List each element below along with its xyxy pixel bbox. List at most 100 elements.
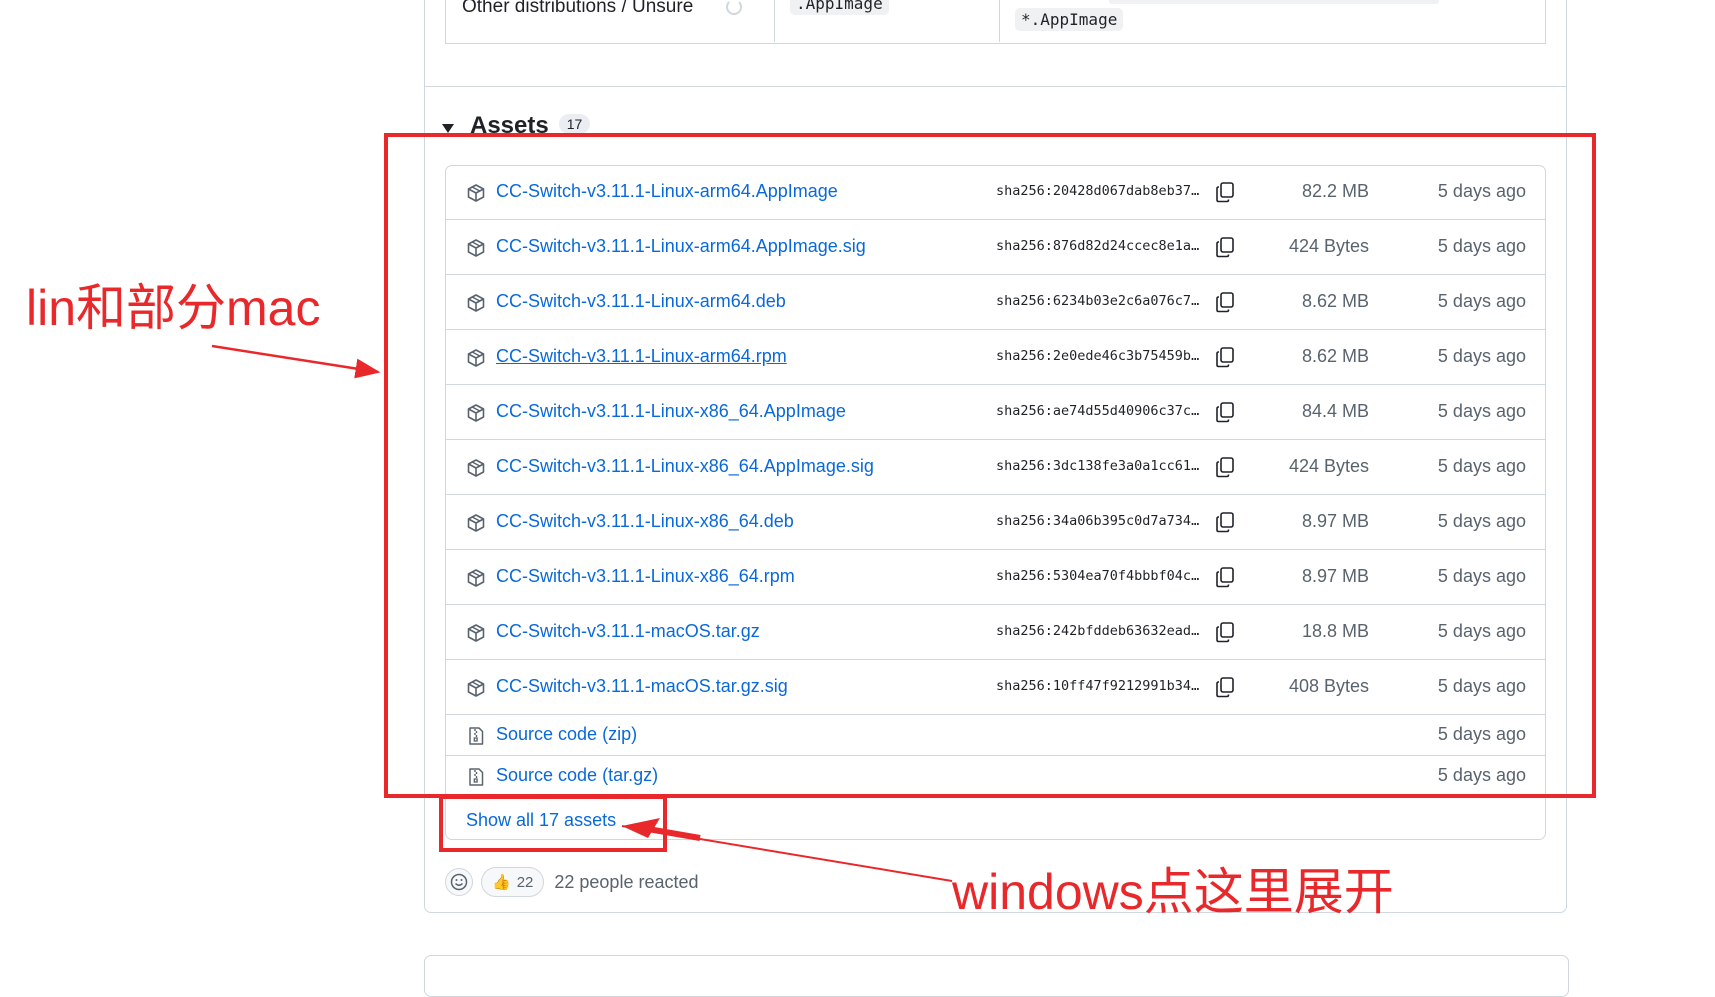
asset-date: 5 days ago — [1437, 675, 1526, 696]
thumbs-up-reaction[interactable]: 👍 22 — [481, 867, 545, 897]
assets-list: CC-Switch-v3.11.1-Linux-arm64.AppImage sh… — [445, 165, 1546, 840]
asset-date: 5 days ago — [1437, 764, 1526, 785]
asset-digest: sha256:2e0ede46c3b75459b… — [996, 347, 1200, 364]
asset-download-link[interactable]: CC-Switch-v3.11.1-Linux-arm64.AppImage — [496, 181, 838, 202]
asset-row: CC-Switch-v3.11.1-Linux-arm64.AppImage.s… — [446, 220, 1545, 275]
distribution-label: Other distributions / Unsure — [462, 0, 694, 17]
pattern-chip: *.AppImage — [1015, 8, 1124, 31]
asset-size: 82.2 MB — [1301, 180, 1369, 201]
asset-digest: sha256:34a06b395c0d7a734… — [996, 512, 1200, 529]
arrow-to-assets — [211, 344, 381, 379]
asset-date: 5 days ago — [1437, 510, 1526, 531]
asset-download-link[interactable]: CC-Switch-v3.11.1-Linux-x86_64.deb — [496, 511, 794, 532]
asset-download-link[interactable]: CC-Switch-v3.11.1-Linux-arm64.AppImage.s… — [496, 236, 866, 257]
package-icon — [466, 348, 486, 368]
add-reaction-button[interactable] — [445, 868, 473, 896]
source-code-format: (zip) — [602, 723, 638, 744]
asset-date: 5 days ago — [1437, 345, 1526, 366]
copy-icon[interactable] — [1215, 621, 1235, 643]
asset-download-link[interactable]: CC-Switch-v3.11.1-macOS.tar.gz — [496, 621, 760, 642]
file-zip-icon — [466, 767, 486, 787]
package-icon — [466, 403, 486, 423]
reaction-count: 22 — [516, 873, 534, 891]
asset-row: CC-Switch-v3.11.1-Linux-arm64.rpm sha256:… — [446, 330, 1545, 385]
assets-title: Assets — [470, 112, 549, 139]
asset-size: 84.4 MB — [1301, 400, 1369, 421]
asset-download-link[interactable]: CC-Switch-v3.11.1-Linux-x86_64.AppImage — [496, 401, 846, 422]
package-icon — [466, 293, 486, 313]
asset-download-link[interactable]: CC-Switch-v3.11.1-Linux-x86_64.AppImage.… — [496, 456, 874, 477]
distribution-cell: Other distributions / Unsure — [446, 0, 775, 42]
reaction-summary: 22 people reacted — [554, 871, 699, 892]
package-icon — [466, 568, 486, 588]
copy-icon[interactable] — [1215, 456, 1235, 478]
source-code-row: Source code (tar.gz) 5 days ago — [446, 756, 1545, 797]
assets-count-badge: 17 — [558, 114, 591, 134]
source-code-row: Source code (zip) 5 days ago — [446, 715, 1545, 756]
asset-date: 5 days ago — [1437, 723, 1526, 744]
asset-row: CC-Switch-v3.11.1-Linux-x86_64.AppImage s… — [446, 385, 1545, 440]
package-icon — [466, 678, 486, 698]
asset-row: CC-Switch-v3.11.1-Linux-arm64.deb sha256:… — [446, 275, 1545, 330]
smiley-icon — [450, 873, 468, 891]
asset-size: 18.8 MB — [1301, 620, 1369, 641]
caret-down-icon — [442, 123, 454, 133]
asset-row: CC-Switch-v3.11.1-macOS.tar.gz.sig sha256… — [446, 660, 1545, 715]
asset-size: 8.62 MB — [1301, 290, 1369, 311]
asset-download-link[interactable]: CC-Switch-v3.11.1-Linux-arm64.deb — [496, 291, 786, 312]
next-release-card — [424, 955, 1569, 997]
copy-icon[interactable] — [1215, 511, 1235, 533]
asset-date: 5 days ago — [1437, 565, 1526, 586]
package-icon — [466, 238, 486, 258]
extension-chip: .AppImage — [790, 0, 889, 15]
asset-row: CC-Switch-v3.11.1-Linux-arm64.AppImage sh… — [446, 166, 1545, 220]
package-icon — [466, 513, 486, 533]
asset-date: 5 days ago — [1437, 290, 1526, 311]
asset-row: CC-Switch-v3.11.1-macOS.tar.gz sha256:242… — [446, 605, 1545, 660]
asset-download-link[interactable]: CC-Switch-v3.11.1-Linux-arm64.rpm — [496, 346, 787, 367]
asset-date: 5 days ago — [1437, 620, 1526, 641]
asset-digest: sha256:242bfddeb63632ead… — [996, 622, 1200, 639]
source-code-link[interactable]: Source code (tar.gz) — [496, 765, 658, 786]
asset-download-link[interactable]: CC-Switch-v3.11.1-Linux-x86_64.rpm — [496, 566, 795, 587]
asset-digest: sha256:6234b03e2c6a076c7… — [996, 292, 1200, 309]
show-all-assets-link[interactable]: Show all 17 assets — [466, 810, 616, 831]
copy-icon[interactable] — [1215, 401, 1235, 423]
windows-annotation: windows点这里展开 — [952, 864, 1394, 920]
asset-digest: sha256:20428d067dab8eb37… — [996, 182, 1200, 199]
copy-icon[interactable] — [1215, 346, 1235, 368]
copy-icon[interactable] — [1215, 676, 1235, 698]
extension-cell: .AppImage — [774, 0, 1000, 42]
asset-size: 8.97 MB — [1301, 510, 1369, 531]
linux-mac-annotation: lin和部分mac — [26, 280, 321, 336]
asset-digest: sha256:876d82d24ccec8e1a… — [996, 237, 1200, 254]
package-icon — [466, 623, 486, 643]
assets-toggle[interactable]: Assets 17 — [442, 110, 591, 142]
section-divider — [425, 86, 1566, 87]
asset-size: 8.62 MB — [1301, 345, 1369, 366]
copy-icon[interactable] — [1215, 291, 1235, 313]
asset-date: 5 days ago — [1437, 400, 1526, 421]
pattern-cell: *.AppImage — [999, 0, 1545, 42]
reactions-bar: 👍 22 22 people reacted — [445, 866, 699, 898]
copy-icon[interactable] — [1215, 181, 1235, 203]
asset-digest: sha256:3dc138fe3a0a1cc61… — [996, 457, 1200, 474]
asset-size: 408 Bytes — [1288, 675, 1369, 696]
asset-date: 5 days ago — [1437, 180, 1526, 201]
package-icon — [466, 183, 486, 203]
asset-digest: sha256:10ff47f9212991b34… — [996, 677, 1200, 694]
source-code-label: Source code — [496, 764, 603, 785]
source-code-link[interactable]: Source code (zip) — [496, 724, 637, 745]
package-icon — [466, 458, 486, 478]
copy-icon[interactable] — [1215, 566, 1235, 588]
source-code-label: Source code — [496, 723, 603, 744]
asset-digest: sha256:5304ea70f4bbbf04c… — [996, 567, 1200, 584]
code-chip-fragment — [1109, 0, 1439, 4]
asset-download-link[interactable]: CC-Switch-v3.11.1-macOS.tar.gz.sig — [496, 676, 788, 697]
asset-size: 424 Bytes — [1288, 455, 1369, 476]
copy-icon[interactable] — [1215, 236, 1235, 258]
source-code-format: (tar.gz) — [602, 764, 659, 785]
spinner-icon — [726, 0, 742, 15]
asset-date: 5 days ago — [1437, 455, 1526, 476]
asset-date: 5 days ago — [1437, 235, 1526, 256]
